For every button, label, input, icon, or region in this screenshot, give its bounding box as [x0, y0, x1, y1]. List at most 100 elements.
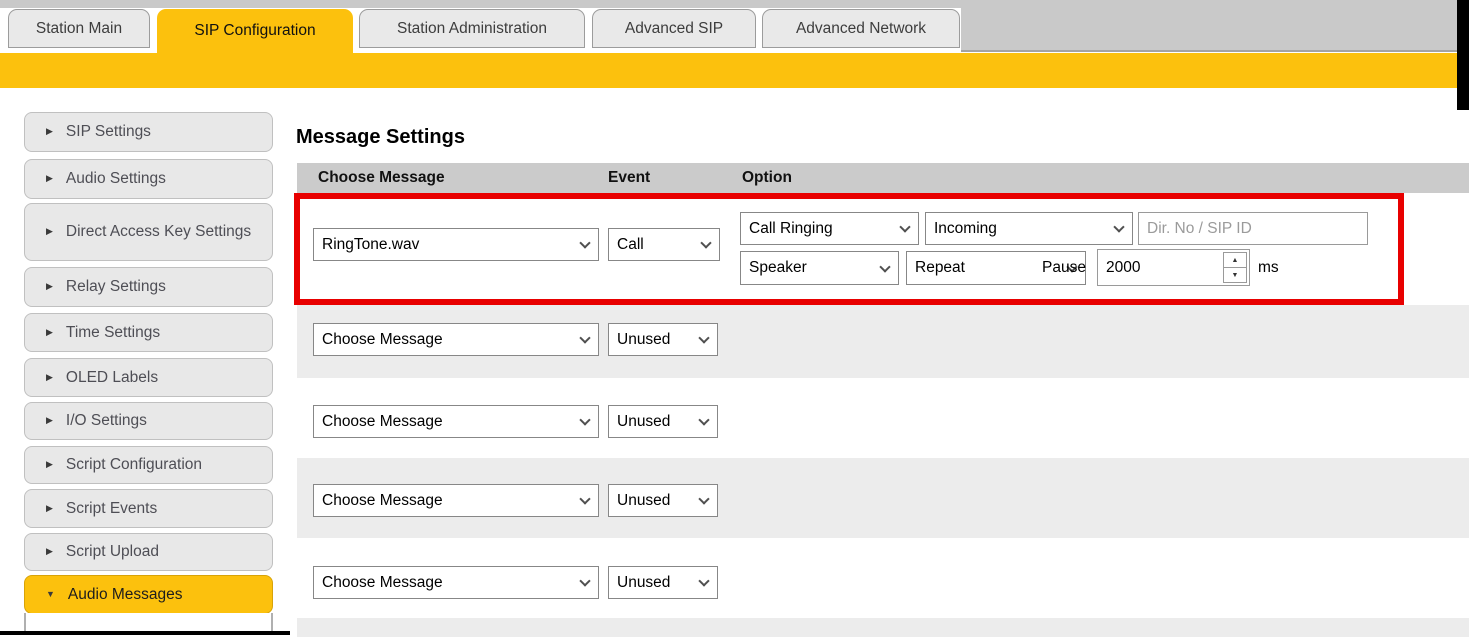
- sidebar-item-script-configuration[interactable]: ▶ Script Configuration: [24, 446, 273, 484]
- screenshot-edge-black-bottom-left: [0, 631, 290, 635]
- chevron-down-icon: [698, 332, 709, 343]
- chevron-right-icon: ▶: [46, 226, 53, 237]
- select-value: Choose Message: [322, 574, 443, 592]
- tab-label: SIP Configuration: [194, 22, 315, 40]
- chevron-right-icon: ▶: [46, 459, 53, 470]
- screenshot-edge-black-top-right: [1457, 0, 1469, 110]
- chevron-down-icon: [698, 414, 709, 425]
- tab-label: Station Main: [36, 20, 122, 38]
- chevron-right-icon: ▶: [46, 327, 53, 338]
- select-value: Choose Message: [322, 413, 443, 431]
- dir-no-sip-id-input[interactable]: [1138, 212, 1368, 245]
- page-title: Message Settings: [296, 126, 465, 149]
- tab-sip-configuration[interactable]: SIP Configuration: [157, 9, 353, 53]
- sidebar-item-sip-settings[interactable]: ▶ SIP Settings: [24, 112, 273, 152]
- sidebar-item-label: Relay Settings: [66, 277, 166, 296]
- chevron-down-icon: [1113, 221, 1124, 232]
- chevron-right-icon: ▶: [46, 415, 53, 426]
- select-value: Incoming: [934, 220, 997, 238]
- chevron-down-icon: [700, 237, 711, 248]
- column-header-choose-message: Choose Message: [318, 163, 445, 193]
- chevron-right-icon: ▶: [46, 546, 53, 557]
- select-value: Call: [617, 236, 644, 254]
- spinner-up-icon[interactable]: ▲: [1224, 253, 1246, 268]
- output-select-row1[interactable]: Speaker: [740, 251, 899, 285]
- select-value: Unused: [617, 574, 670, 592]
- pause-input-wrapper: ▲ ▼: [1097, 249, 1250, 286]
- sidebar-item-label: Script Upload: [66, 542, 159, 561]
- sidebar-item-label: Script Events: [66, 499, 157, 518]
- chevron-down-icon: [899, 221, 910, 232]
- column-header-event: Event: [608, 163, 650, 193]
- chevron-right-icon: ▶: [46, 173, 53, 184]
- chevron-down-icon: [698, 493, 709, 504]
- row-stripe: [297, 618, 1469, 637]
- sidebar-item-label: I/O Settings: [66, 411, 147, 430]
- sidebar-item-label: Audio Settings: [66, 169, 166, 188]
- tab-station-main[interactable]: Station Main: [8, 9, 150, 48]
- chevron-down-icon: [579, 237, 590, 248]
- sidebar-item-io-settings[interactable]: ▶ I/O Settings: [24, 402, 273, 440]
- sidebar-item-label: Direct Access Key Settings: [66, 222, 251, 241]
- event-select-row2[interactable]: Unused: [608, 323, 718, 356]
- sidebar-item-label: Audio Messages: [68, 585, 183, 604]
- ring-type-select-row1[interactable]: Call Ringing: [740, 212, 919, 245]
- ms-unit-label: ms: [1258, 251, 1279, 285]
- select-value: Choose Message: [322, 492, 443, 510]
- accent-bar: [0, 53, 1457, 88]
- sidebar-item-oled-labels[interactable]: ▶ OLED Labels: [24, 358, 273, 397]
- tab-strip-filler: [961, 0, 1457, 52]
- chevron-down-icon: [698, 575, 709, 586]
- column-header-option: Option: [742, 163, 792, 193]
- chevron-right-icon: ▶: [46, 126, 53, 137]
- message-select-row5[interactable]: Choose Message: [313, 566, 599, 599]
- sidebar-item-relay-settings[interactable]: ▶ Relay Settings: [24, 267, 273, 307]
- sidebar-item-script-events[interactable]: ▶ Script Events: [24, 489, 273, 528]
- direction-select-row1[interactable]: Incoming: [925, 212, 1133, 245]
- select-value: Call Ringing: [749, 220, 833, 238]
- pause-label: Pause: [1042, 251, 1086, 285]
- event-select-row1[interactable]: Call: [608, 228, 720, 261]
- sidebar-item-time-settings[interactable]: ▶ Time Settings: [24, 313, 273, 352]
- chevron-right-icon: ▶: [46, 372, 53, 383]
- select-value: Speaker: [749, 259, 807, 277]
- tab-label: Advanced Network: [796, 20, 926, 38]
- tab-advanced-sip[interactable]: Advanced SIP: [592, 9, 756, 48]
- chevron-down-icon: [579, 493, 590, 504]
- sidebar-item-audio-messages[interactable]: ▼ Audio Messages: [24, 575, 273, 614]
- sidebar-item-direct-access-key-settings[interactable]: ▶ Direct Access Key Settings: [24, 203, 273, 261]
- sidebar-submenu-panel: [24, 613, 273, 632]
- tab-label: Station Administration: [397, 20, 547, 38]
- select-value: Unused: [617, 492, 670, 510]
- select-value: Choose Message: [322, 331, 443, 349]
- chevron-down-icon: ▼: [46, 589, 55, 600]
- select-value: RingTone.wav: [322, 236, 419, 254]
- select-value: Repeat: [915, 259, 965, 277]
- chevron-down-icon: [579, 332, 590, 343]
- select-value: Unused: [617, 413, 670, 431]
- select-value: Unused: [617, 331, 670, 349]
- chevron-down-icon: [579, 414, 590, 425]
- sidebar-item-audio-settings[interactable]: ▶ Audio Settings: [24, 159, 273, 199]
- tab-advanced-network[interactable]: Advanced Network: [762, 9, 960, 48]
- message-select-row2[interactable]: Choose Message: [313, 323, 599, 356]
- pause-spinner[interactable]: ▲ ▼: [1223, 252, 1247, 283]
- sidebar-item-label: Time Settings: [66, 323, 160, 342]
- table-header-band: [297, 163, 1469, 193]
- tab-label: Advanced SIP: [625, 20, 723, 38]
- sidebar-item-label: OLED Labels: [66, 368, 158, 387]
- sidebar-item-script-upload[interactable]: ▶ Script Upload: [24, 533, 273, 571]
- chevron-right-icon: ▶: [46, 503, 53, 514]
- chevron-right-icon: ▶: [46, 281, 53, 292]
- message-select-row1[interactable]: RingTone.wav: [313, 228, 599, 261]
- event-select-row4[interactable]: Unused: [608, 484, 718, 517]
- station-config-page: Station Main SIP Configuration Station A…: [0, 0, 1469, 637]
- tab-station-administration[interactable]: Station Administration: [359, 9, 585, 48]
- message-select-row3[interactable]: Choose Message: [313, 405, 599, 438]
- spinner-down-icon[interactable]: ▼: [1224, 268, 1246, 282]
- event-select-row5[interactable]: Unused: [608, 566, 718, 599]
- message-select-row4[interactable]: Choose Message: [313, 484, 599, 517]
- sidebar-item-label: Script Configuration: [66, 455, 202, 474]
- chevron-down-icon: [579, 575, 590, 586]
- event-select-row3[interactable]: Unused: [608, 405, 718, 438]
